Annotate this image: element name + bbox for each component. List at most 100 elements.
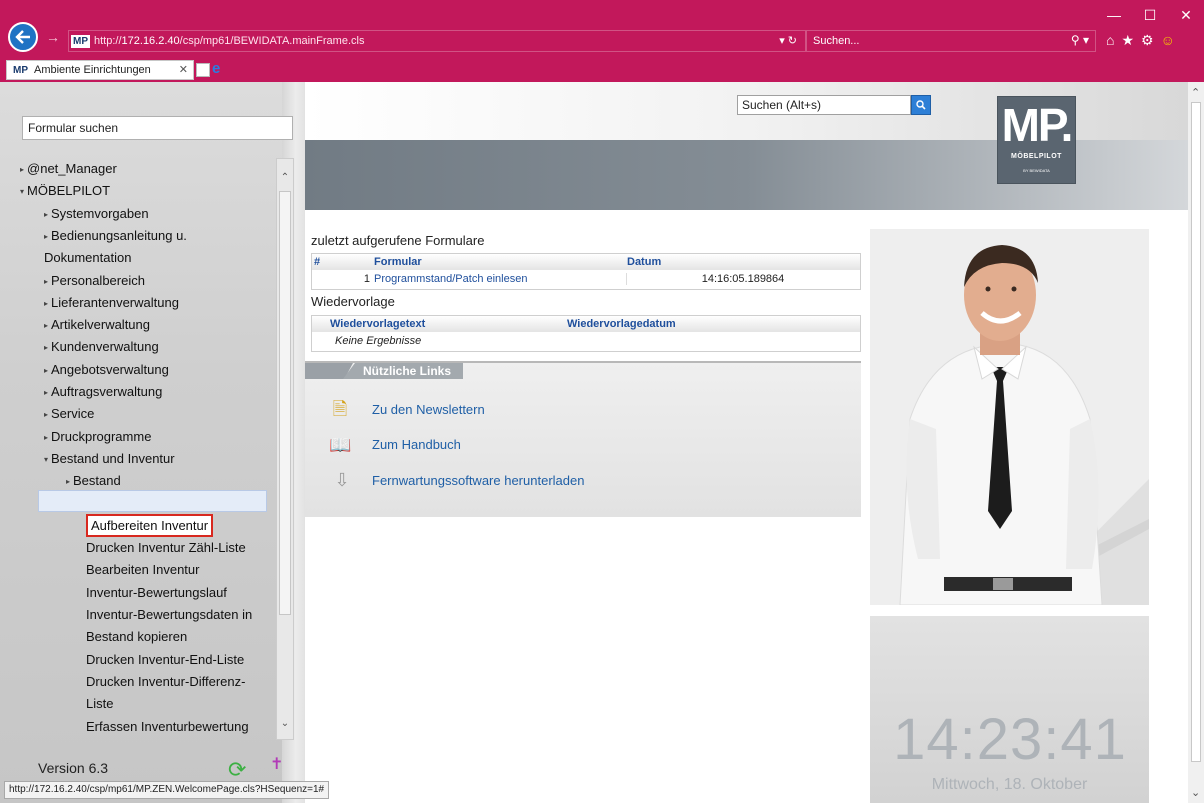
sidebar-item-net-manager[interactable]: ▸ @net_Manager xyxy=(20,161,117,176)
col-formular: Formular xyxy=(374,256,422,268)
sidebar-item-kundenverwaltung[interactable]: ▸ Kundenverwaltung xyxy=(44,339,159,354)
sidebar-item-label: Aufbereiten Inventur xyxy=(86,514,214,537)
page-scroll-down-icon[interactable]: ⌄ xyxy=(1191,786,1200,799)
sidebar-item-inventur-bewertungslauf[interactable]: Inventur-Bewertungslauf xyxy=(86,585,227,600)
sidebar-item-liste[interactable]: Liste xyxy=(86,696,113,711)
refresh-icon[interactable]: ⟳ xyxy=(228,757,246,783)
maximize-icon[interactable]: ☐ xyxy=(1132,0,1168,30)
tree-scrollbar[interactable]: ⌃ ⌄ xyxy=(276,158,294,740)
collapsed-arrow-icon[interactable]: ▸ xyxy=(44,433,48,442)
sidebar-item-label: Bestand und Inventur xyxy=(51,451,175,466)
sidebar-item-service[interactable]: ▸ Service xyxy=(44,406,94,421)
resubmission-header: Wiedervorlagetext Wiedervorlagedatum xyxy=(312,316,860,332)
tree-scroll-thumb[interactable] xyxy=(279,191,291,615)
minimize-icon[interactable]: — xyxy=(1096,0,1132,30)
browser-search-input[interactable]: Suchen... ⚲ ▾ xyxy=(806,30,1096,52)
sidebar-item-systemvorgaben[interactable]: ▸ Systemvorgaben xyxy=(44,206,149,221)
search-icon[interactable]: ⚲ ▾ xyxy=(1071,33,1089,47)
back-button[interactable] xyxy=(8,22,38,52)
pin-icon[interactable]: ✝ xyxy=(270,754,283,774)
close-window-icon[interactable]: ✕ xyxy=(1168,0,1204,30)
sidebar-item-bedienungsanleitung-u[interactable]: ▸ Bedienungsanleitung u. xyxy=(44,228,187,243)
collapsed-arrow-icon[interactable]: ▸ xyxy=(44,277,48,286)
page-scrollbar[interactable]: ⌃ ⌄ xyxy=(1188,82,1204,803)
home-icon[interactable]: ⌂ xyxy=(1106,32,1114,49)
tab-ambiente[interactable]: MP Ambiente Einrichtungen ✕ xyxy=(6,60,194,80)
remote-support-download-link[interactable]: Fernwartungssoftware herunterladen xyxy=(372,473,584,488)
manual-icon: 📖 xyxy=(329,435,352,455)
feedback-smiley-icon[interactable]: ☺ xyxy=(1161,32,1175,49)
address-bar[interactable]: MP http://172.16.2.40/csp/mp61/BEWIDATA.… xyxy=(68,30,806,52)
sidebar-item-druckprogramme[interactable]: ▸ Druckprogramme xyxy=(44,429,151,444)
scroll-up-icon[interactable]: ⌃ xyxy=(277,169,293,187)
no-results-text: Keine Ergebnisse xyxy=(335,335,422,347)
table-row[interactable]: 1 Programmstand/Patch einlesen 14:16:05.… xyxy=(312,270,860,288)
newsletter-icon: 🗎 xyxy=(332,399,348,419)
new-tab-icon[interactable] xyxy=(196,63,210,77)
clock-date: Mittwoch, 18. Oktober xyxy=(931,776,1088,793)
app-search-button[interactable] xyxy=(911,95,931,115)
sidebar-item-möbelpilot[interactable]: ▾ MÖBELPILOT xyxy=(20,183,110,198)
page-scroll-up-icon[interactable]: ⌃ xyxy=(1191,86,1200,99)
tab-close-icon[interactable]: ✕ xyxy=(179,63,188,76)
sidebar-item-bearbeiten-inventur[interactable]: Bearbeiten Inventur xyxy=(86,562,199,577)
resubmission-title: Wiedervorlage xyxy=(311,294,395,309)
manual-link[interactable]: Zum Handbuch xyxy=(372,437,461,452)
sidebar-item-inventur-bewertungsdaten-in[interactable]: Inventur-Bewertungsdaten in xyxy=(86,607,252,622)
newsletter-link[interactable]: Zu den Newslettern xyxy=(372,402,485,417)
sidebar-item-artikelverwaltung[interactable]: ▸ Artikelverwaltung xyxy=(44,317,150,332)
sidebar-item-erfassen-inventurbewertung[interactable]: Erfassen Inventurbewertung xyxy=(86,719,249,734)
sidebar-item-drucken-inventur-end-liste[interactable]: Drucken Inventur-End-Liste xyxy=(86,652,244,667)
sidebar-item-auftragsverwaltung[interactable]: ▸ Auftragsverwaltung xyxy=(44,384,162,399)
settings-gear-icon[interactable]: ⚙ xyxy=(1141,32,1154,49)
recent-forms-title: zuletzt aufgerufene Formulare xyxy=(311,233,485,248)
sidebar-item-label: Personalbereich xyxy=(51,273,145,288)
sidebar-item-bestand-und-inventur[interactable]: ▾ Bestand und Inventur xyxy=(44,451,175,466)
sidebar-item-bestand[interactable]: ▸ Bestand xyxy=(66,473,121,488)
sidebar-item-label: Inventur-Bewertungslauf xyxy=(86,585,227,600)
browser-titlebar: — ☐ ✕ → MP http://172.16.2.40/csp/mp61/B… xyxy=(0,0,1204,60)
sidebar-item-angebotsverwaltung[interactable]: ▸ Angebotsverwaltung xyxy=(44,362,169,377)
collapsed-arrow-icon[interactable]: ▸ xyxy=(44,210,48,219)
table-row: Keine Ergebnisse xyxy=(312,332,860,350)
expanded-arrow-icon[interactable]: ▾ xyxy=(44,455,48,464)
sidebar-item-label: Bestand xyxy=(73,473,121,488)
clock-time: 14:23:41 xyxy=(893,707,1127,772)
collapsed-arrow-icon[interactable]: ▸ xyxy=(44,299,48,308)
sidebar-item-dokumentation[interactable]: Dokumentation xyxy=(44,250,131,265)
collapsed-arrow-icon[interactable]: ▸ xyxy=(44,321,48,330)
collapsed-arrow-icon[interactable]: ▸ xyxy=(66,477,70,486)
sidebar-item-drucken-inventur-differenz[interactable]: Drucken Inventur-Differenz- xyxy=(86,674,245,689)
businessman-photo xyxy=(870,229,1149,605)
collapsed-arrow-icon[interactable]: ▸ xyxy=(44,388,48,397)
scroll-down-icon[interactable]: ⌄ xyxy=(277,715,293,733)
ie-browser-icon[interactable]: e xyxy=(212,61,228,77)
collapsed-arrow-icon[interactable]: ▸ xyxy=(44,366,48,375)
sidebar-item-lieferantenverwaltung[interactable]: ▸ Lieferantenverwaltung xyxy=(44,295,179,310)
form-search-input[interactable]: Formular suchen xyxy=(22,116,293,140)
download-icon: ⇩ xyxy=(334,470,350,490)
browser-status-bar: http://172.16.2.40/csp/mp61/MP.ZEN.Welco… xyxy=(4,781,330,799)
sidebar-item-label: Drucken Inventur-End-Liste xyxy=(86,652,245,667)
sidebar-item-label: Auftragsverwaltung xyxy=(51,384,163,399)
collapsed-arrow-icon[interactable]: ▸ xyxy=(44,343,48,352)
collapsed-arrow-icon[interactable]: ▸ xyxy=(44,410,48,419)
forward-button[interactable]: → xyxy=(44,28,62,46)
sidebar-item-label: Systemvorgaben xyxy=(51,206,149,221)
collapsed-arrow-icon[interactable]: ▸ xyxy=(20,165,24,174)
sidebar-item-personalbereich[interactable]: ▸ Personalbereich xyxy=(44,273,145,288)
refresh-dropdown-icon[interactable]: ▾ ↻ xyxy=(779,34,797,47)
app-search-input[interactable]: Suchen (Alt+s) xyxy=(737,95,911,115)
address-url[interactable]: http://172.16.2.40/csp/mp61/BEWIDATA.mai… xyxy=(94,35,364,47)
sidebar-item-bestand-kopieren[interactable]: Bestand kopieren xyxy=(86,629,187,644)
sidebar-item-aufbereiten-inventur[interactable]: Aufbereiten Inventur xyxy=(86,514,214,537)
moebelpilot-logo: MP. MÖBELPILOT BY BEWIDATA xyxy=(997,96,1076,184)
sidebar-item-drucken-inventur-zähl-liste[interactable]: Drucken Inventur Zähl-Liste xyxy=(86,540,246,555)
row-form-link[interactable]: Programmstand/Patch einlesen xyxy=(374,273,627,285)
collapsed-arrow-icon[interactable]: ▸ xyxy=(44,232,48,241)
sidebar-item-label: Angebotsverwaltung xyxy=(51,362,169,377)
favorites-star-icon[interactable]: ★ xyxy=(1121,32,1134,49)
sidebar-item-label: Liste xyxy=(86,696,114,711)
expanded-arrow-icon[interactable]: ▾ xyxy=(20,187,24,196)
page-scroll-thumb[interactable] xyxy=(1191,102,1201,762)
